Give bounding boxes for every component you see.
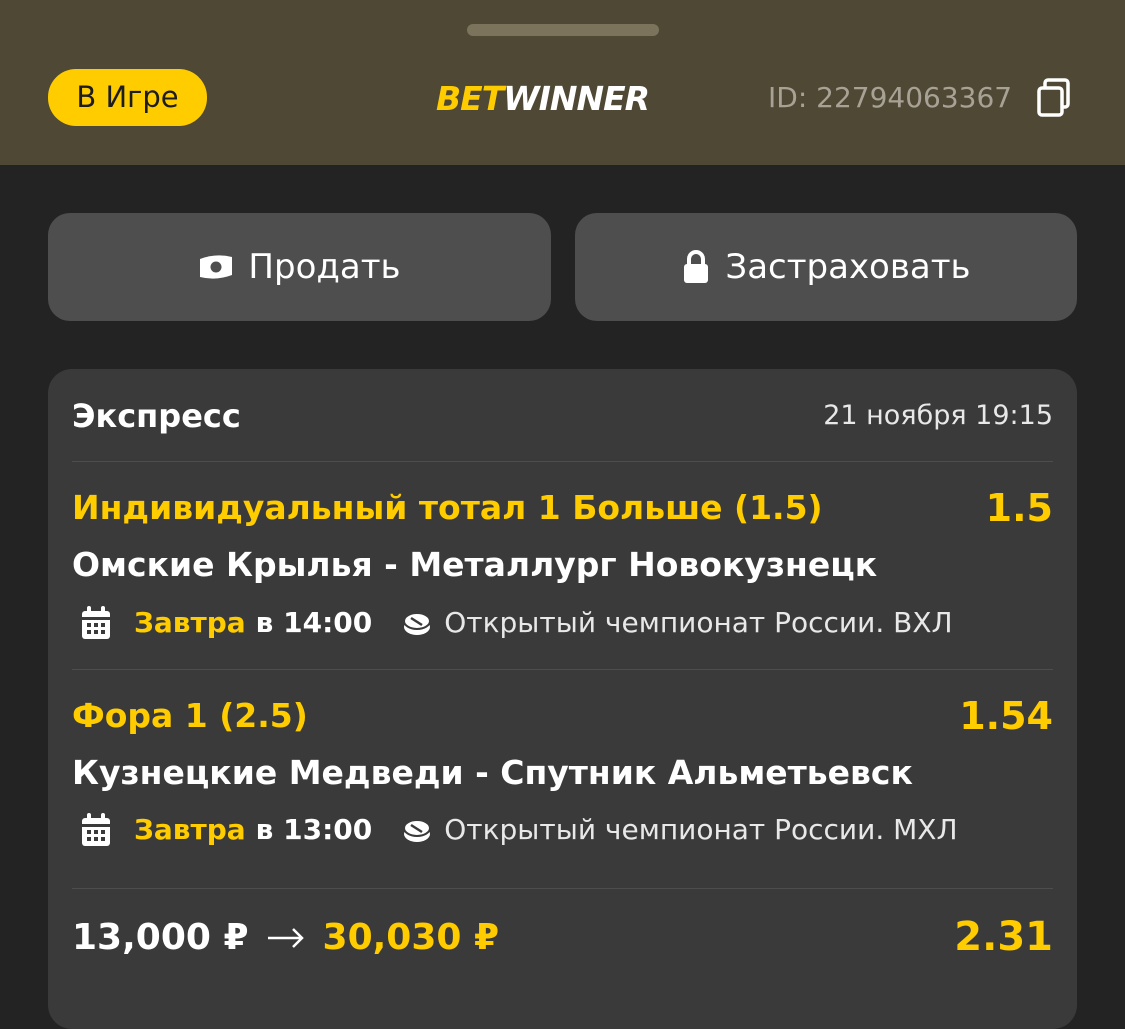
event-time: в 13:00 [255,813,373,846]
copy-icon[interactable] [1036,78,1072,118]
calendar-icon [82,606,110,639]
divider [72,669,1053,670]
event-day: Завтра [134,813,246,846]
event-match[interactable]: Кузнецкие Медведи - Спутник Альметьевск [72,751,913,795]
event-time: в 14:00 [255,606,373,639]
total-odd: 2.31 [954,914,1053,960]
bet-card: Экспресс 21 ноября 19:15 Индивидуальный … [48,369,1077,1029]
arrow-right-icon [267,928,304,948]
status-badge: В Игре [48,69,207,126]
top-bar: В Игре BETWINNER ID: 22794063367 [0,0,1125,165]
logo-bet: BET [436,79,504,118]
event-match[interactable]: Омские Крылья - Металлург Новокузнецк [72,543,877,587]
event-outcome: Фора 1 (2.5) [72,696,308,735]
event-odd: 1.5 [985,486,1053,530]
insure-label: Застраховать [725,247,971,287]
event-day: Завтра [134,606,246,639]
account-id: ID: 22794063367 [768,81,1013,114]
logo-winner: WINNER [503,79,650,118]
event-league: Открытый чемпионат России. ВХЛ [444,606,953,639]
drag-handle[interactable] [467,24,659,36]
event-odd: 1.54 [959,694,1053,738]
sell-label: Продать [248,247,401,287]
stake-row: 13,000 ₽ 30,030 ₽ [72,914,499,962]
divider [72,888,1053,889]
sell-button[interactable]: Продать [48,213,551,321]
lock-icon [684,250,709,283]
bet-type: Экспресс [72,397,241,435]
hockey-puck-icon [403,819,432,842]
brand-logo: BETWINNER [436,77,650,121]
calendar-icon [82,813,110,846]
event-meta: Завтра в 13:00 Открытый чемпионат России… [72,810,958,850]
event-outcome: Индивидуальный тотал 1 Больше (1.5) [72,488,823,527]
stake-amount: 13,000 ₽ [72,917,249,958]
bet-date: 21 ноября 19:15 [823,400,1053,431]
hockey-puck-icon [403,612,432,635]
event-league: Открытый чемпионат России. МХЛ [444,813,958,846]
banknote-icon [200,255,233,279]
insure-button[interactable]: Застраховать [575,213,1077,321]
event-meta: Завтра в 14:00 Открытый чемпионат России… [72,603,953,643]
payout-amount: 30,030 ₽ [322,917,500,958]
divider [72,461,1053,462]
